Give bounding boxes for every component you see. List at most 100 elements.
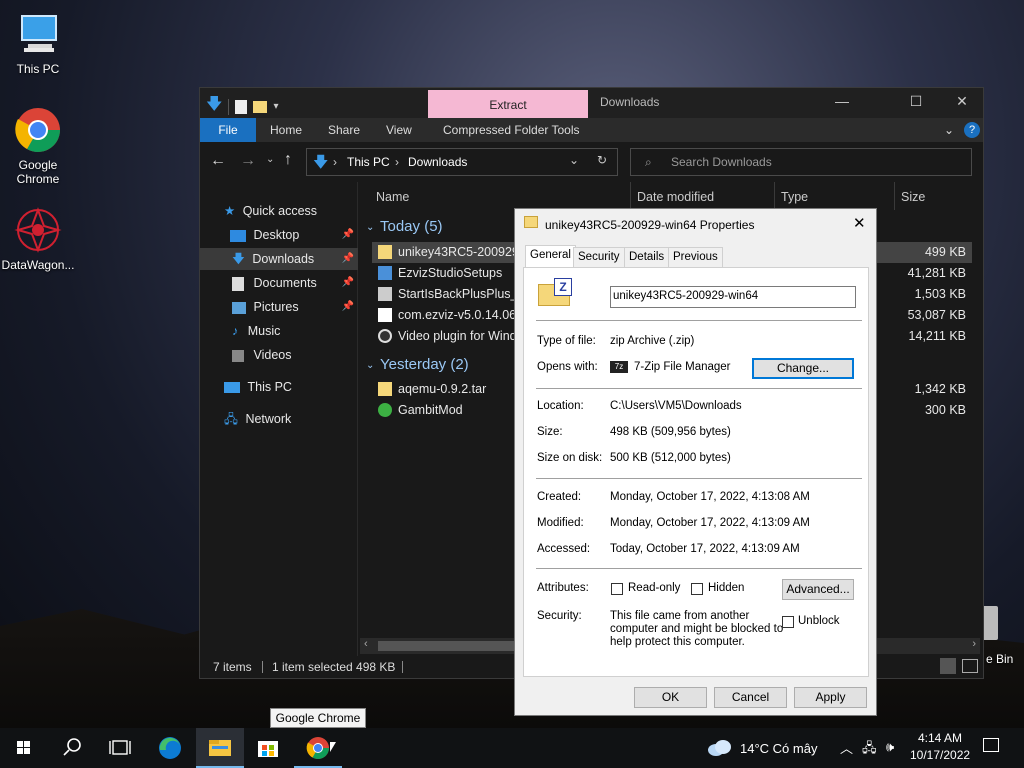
scrollbar-thumb[interactable] — [378, 641, 528, 651]
chevron-down-icon[interactable]: ⌄ — [366, 360, 374, 371]
column-header-type[interactable]: Type — [781, 190, 808, 204]
properties-icon[interactable] — [235, 99, 248, 114]
apply-button[interactable]: Apply — [794, 687, 867, 708]
ribbon-context-tab-extract[interactable]: Extract — [428, 90, 588, 118]
modified-label: Modified: — [537, 517, 584, 529]
file-name: Video plugin for Windo — [398, 329, 524, 343]
unblock-checkbox[interactable] — [782, 616, 794, 628]
notifications-icon[interactable] — [983, 738, 999, 752]
clock-time: 4:14 AM — [917, 731, 963, 745]
ribbon-tab-compressed-folder-tools[interactable]: Compressed Folder Tools — [435, 118, 588, 142]
group-header-yesterday[interactable]: Yesterday (2) — [380, 356, 469, 373]
zip-folder-icon — [524, 216, 538, 228]
down-arrow-icon[interactable]: 🡇 — [206, 93, 222, 120]
clock[interactable]: 4:14 AM 10/17/2022 — [910, 731, 970, 762]
breadcrumb-this-pc[interactable]: This PC — [347, 155, 390, 169]
nav-quick-access[interactable]: ★ Quick access — [224, 200, 317, 222]
chevron-down-icon[interactable]: ⌄ — [366, 222, 374, 233]
recent-locations-icon[interactable]: ⌄ — [266, 154, 274, 165]
ribbon-tab-home[interactable]: Home — [262, 118, 310, 142]
ribbon-tab-view[interactable]: View — [378, 118, 420, 142]
nav-music[interactable]: ♪ Music — [232, 320, 280, 342]
minimize-button[interactable]: — — [832, 93, 852, 113]
close-button[interactable]: ✕ — [952, 93, 972, 113]
zip-file-icon — [378, 245, 392, 259]
back-arrow-icon[interactable]: ← — [210, 152, 226, 170]
nav-videos[interactable]: Videos — [232, 344, 291, 366]
new-folder-icon[interactable] — [253, 100, 268, 113]
cancel-button[interactable]: Cancel — [714, 687, 787, 708]
maximize-button[interactable]: ☐ — [906, 93, 926, 113]
weather-text[interactable]: 14°C Có mây — [740, 741, 817, 756]
file-name: EzvizStudioSetups — [398, 266, 503, 280]
taskbar-store[interactable] — [244, 728, 292, 768]
search-icon — [63, 738, 81, 756]
tab-details[interactable]: Details — [624, 247, 670, 268]
chevron-down-icon[interactable]: ▾ — [273, 101, 278, 112]
ribbon-tab-file[interactable]: File — [200, 118, 256, 142]
column-header-date-modified[interactable]: Date modified — [637, 190, 714, 204]
tab-previous-versions[interactable]: Previous Versions — [668, 247, 723, 282]
file-name: GambitMod — [398, 403, 463, 417]
ribbon-tab-share[interactable]: Share — [320, 118, 368, 142]
desktop-icon-google-chrome[interactable]: Google Chrome — [0, 106, 76, 186]
documents-icon — [232, 276, 244, 291]
ok-button[interactable]: OK — [634, 687, 707, 708]
start-button[interactable] — [0, 728, 48, 768]
column-header-size[interactable]: Size — [901, 190, 925, 204]
nav-this-pc[interactable]: This PC — [224, 376, 292, 398]
refresh-icon[interactable]: ↻ — [597, 153, 607, 167]
hidden-label: Hidden — [708, 582, 745, 594]
chevron-down-icon[interactable]: ⌄ — [936, 118, 962, 142]
status-item-count: 7 items — [213, 660, 252, 674]
desktop-icon-this-pc[interactable]: This PC — [0, 10, 76, 76]
search-box[interactable]: ⌕ Search Downloads — [630, 148, 972, 176]
datawagon-icon — [14, 206, 62, 254]
desktop-icon-datawagon[interactable]: DataWagon... — [0, 206, 76, 272]
weather-cloud-icon[interactable] — [706, 736, 734, 758]
up-arrow-icon[interactable]: ↑ — [284, 151, 292, 169]
readonly-checkbox[interactable] — [611, 583, 623, 595]
advanced-button[interactable]: Advanced... — [782, 579, 854, 600]
column-header-name[interactable]: Name — [376, 190, 409, 204]
details-view-icon[interactable] — [940, 658, 956, 674]
breadcrumb-separator-icon: › — [333, 155, 337, 169]
file-size: 300 KB — [924, 403, 966, 417]
nav-network[interactable]: 🖧 Network — [224, 408, 291, 430]
hidden-checkbox[interactable] — [691, 583, 703, 595]
nav-desktop[interactable]: Desktop 📌 — [230, 224, 358, 246]
windows-icon — [17, 741, 30, 754]
taskbar-edge[interactable] — [146, 728, 194, 768]
address-bar[interactable]: 🡇 › This PC › Downloads ⌄ ↻ — [306, 148, 618, 176]
tab-general[interactable]: General — [525, 245, 576, 268]
chevron-up-icon[interactable]: ︿ — [840, 738, 853, 757]
nav-downloads[interactable]: 🡇 Downloads 📌 — [200, 248, 358, 270]
group-header-today[interactable]: Today (5) — [380, 218, 443, 235]
scroll-right-icon[interactable]: › — [972, 638, 976, 650]
download-icon: 🡇 — [313, 154, 329, 171]
task-view-button[interactable] — [96, 728, 144, 768]
nav-pictures[interactable]: Pictures 📌 — [232, 296, 358, 318]
network-icon[interactable]: 🖧 — [862, 739, 877, 761]
setup-file-icon — [378, 266, 392, 280]
filename-input[interactable]: unikey43RC5-200929-win64 — [610, 286, 856, 308]
volume-icon[interactable]: 🕪 — [886, 739, 894, 755]
type-label: Type of file: — [537, 335, 596, 347]
tab-security[interactable]: Security — [573, 247, 625, 268]
scroll-left-icon[interactable]: ‹ — [364, 638, 368, 650]
close-icon[interactable]: ✕ — [853, 214, 866, 232]
search-button[interactable] — [48, 728, 96, 768]
help-icon[interactable]: ? — [964, 122, 980, 138]
pin-icon: 📌 — [341, 229, 354, 240]
forward-arrow-icon[interactable]: → — [240, 152, 256, 170]
file-size: 53,087 KB — [907, 308, 966, 322]
file-size: 41,281 KB — [907, 266, 966, 280]
change-button[interactable]: Change... — [752, 358, 854, 379]
opens-with-label: Opens with: — [537, 361, 598, 373]
nav-documents[interactable]: Documents 📌 — [232, 272, 358, 294]
breadcrumb-downloads[interactable]: Downloads — [408, 155, 467, 169]
file-size: 499 KB — [924, 245, 966, 259]
large-icons-view-icon[interactable] — [962, 659, 978, 673]
chevron-down-icon[interactable]: ⌄ — [569, 153, 579, 167]
taskbar-file-explorer[interactable] — [196, 728, 244, 768]
